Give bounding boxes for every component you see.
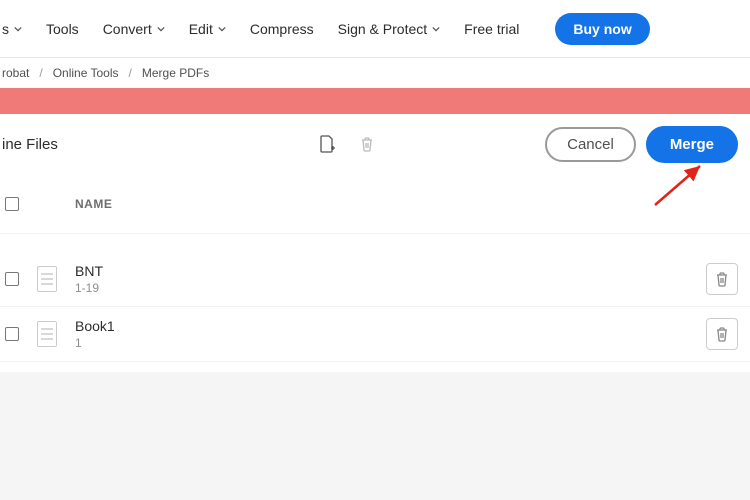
action-header: ine Files Cancel Merge <box>0 114 750 174</box>
nav-free-trial[interactable]: Free trial <box>464 21 519 37</box>
add-file-icon[interactable] <box>318 135 336 153</box>
breadcrumb-item[interactable]: robat <box>2 66 29 80</box>
delete-row-button[interactable] <box>706 263 738 295</box>
select-all-checkbox[interactable] <box>5 197 19 211</box>
top-nav: s Tools Convert Edit Compress Sign & Pro… <box>0 0 750 58</box>
breadcrumb: robat / Online Tools / Merge PDFs <box>0 58 750 88</box>
chevron-down-icon <box>157 25 165 33</box>
row-checkbox[interactable] <box>5 327 19 341</box>
file-thumbnail <box>37 321 57 347</box>
table-header: NAME <box>0 174 750 234</box>
page-title: ine Files <box>2 136 58 153</box>
nav-compress[interactable]: Compress <box>250 21 314 37</box>
breadcrumb-item[interactable]: Online Tools <box>53 66 119 80</box>
trash-icon[interactable] <box>358 135 376 153</box>
buy-now-button[interactable]: Buy now <box>555 13 649 45</box>
chevron-down-icon <box>218 25 226 33</box>
breadcrumb-separator: / <box>129 66 132 80</box>
nav-edit[interactable]: Edit <box>189 21 226 37</box>
trash-icon <box>715 326 729 342</box>
nav-convert[interactable]: Convert <box>103 21 165 37</box>
nav-sign-protect[interactable]: Sign & Protect <box>338 21 441 37</box>
cancel-button[interactable]: Cancel <box>545 127 636 162</box>
chevron-down-icon <box>432 25 440 33</box>
nav-item-truncated[interactable]: s <box>0 21 22 37</box>
file-info: Book1 1 <box>75 318 115 350</box>
table-row[interactable]: BNT 1-19 <box>0 252 750 307</box>
table-row[interactable]: Book1 1 <box>0 307 750 362</box>
file-name: Book1 <box>75 318 115 334</box>
file-thumbnail <box>37 266 57 292</box>
alert-bar <box>0 88 750 114</box>
delete-row-button[interactable] <box>706 318 738 350</box>
breadcrumb-item[interactable]: Merge PDFs <box>142 66 209 80</box>
file-name: BNT <box>75 263 103 279</box>
file-pages: 1 <box>75 336 115 350</box>
merge-button[interactable]: Merge <box>646 126 738 163</box>
breadcrumb-separator: / <box>39 66 42 80</box>
nav-tools[interactable]: Tools <box>46 21 79 37</box>
trash-icon <box>715 271 729 287</box>
file-pages: 1-19 <box>75 281 103 295</box>
row-checkbox[interactable] <box>5 272 19 286</box>
empty-area <box>0 372 750 500</box>
chevron-down-icon <box>14 25 22 33</box>
file-info: BNT 1-19 <box>75 263 103 295</box>
column-name: NAME <box>75 197 112 211</box>
